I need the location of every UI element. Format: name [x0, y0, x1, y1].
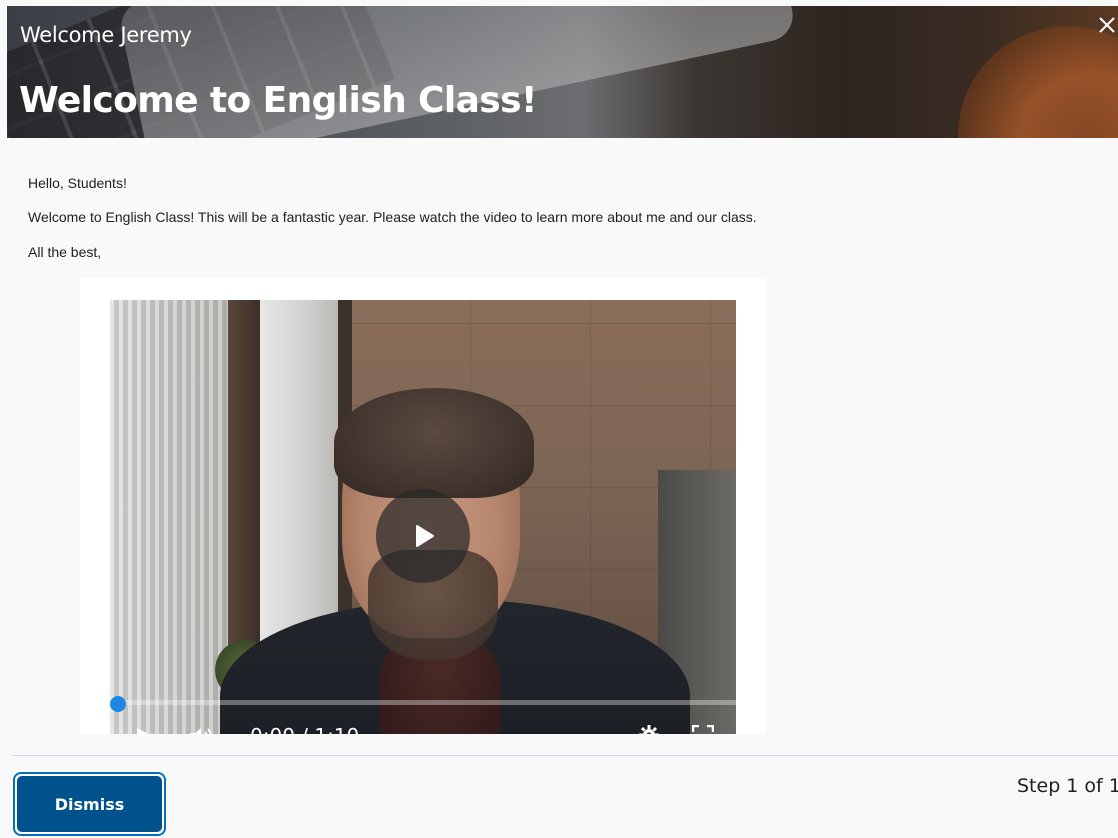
- play-icon: [416, 525, 434, 547]
- message-greeting: Hello, Students!: [28, 175, 127, 191]
- video-play-button[interactable]: [376, 489, 470, 583]
- fullscreen-button[interactable]: [691, 724, 715, 734]
- gear-icon: [639, 725, 659, 734]
- dismiss-button-label: Dismiss: [17, 776, 162, 832]
- header-banner: Welcome Jeremy Welcome to English Class!: [7, 6, 1118, 138]
- message-body: Hello, Students! Welcome to English Clas…: [28, 174, 1088, 278]
- message-signoff: All the best,: [28, 244, 102, 260]
- banner-cup-image: [958, 26, 1118, 138]
- message-text: Welcome to English Class! This will be a…: [28, 209, 757, 225]
- dismiss-button[interactable]: Dismiss: [13, 772, 166, 836]
- volume-icon: [190, 728, 212, 734]
- close-icon: [1099, 17, 1115, 33]
- play-icon: [137, 728, 149, 734]
- step-indicator: Step 1 of 1: [1017, 775, 1118, 797]
- video-controls: 0:00 / 1:10: [110, 718, 736, 734]
- video-progress-handle[interactable]: [110, 696, 126, 712]
- settings-button[interactable]: [638, 724, 660, 734]
- video-player[interactable]: 0:00 / 1:10: [110, 300, 736, 734]
- welcome-greeting: Welcome Jeremy: [20, 23, 192, 47]
- page-title: Welcome to English Class!: [19, 80, 537, 121]
- close-button[interactable]: [1096, 14, 1118, 36]
- footer-divider: [12, 755, 1118, 756]
- volume-button[interactable]: [188, 726, 214, 734]
- video-progress-bar[interactable]: [118, 700, 736, 705]
- fullscreen-icon: [691, 724, 715, 732]
- video-time: 0:00 / 1:10: [250, 724, 359, 734]
- control-play-button[interactable]: [134, 726, 154, 734]
